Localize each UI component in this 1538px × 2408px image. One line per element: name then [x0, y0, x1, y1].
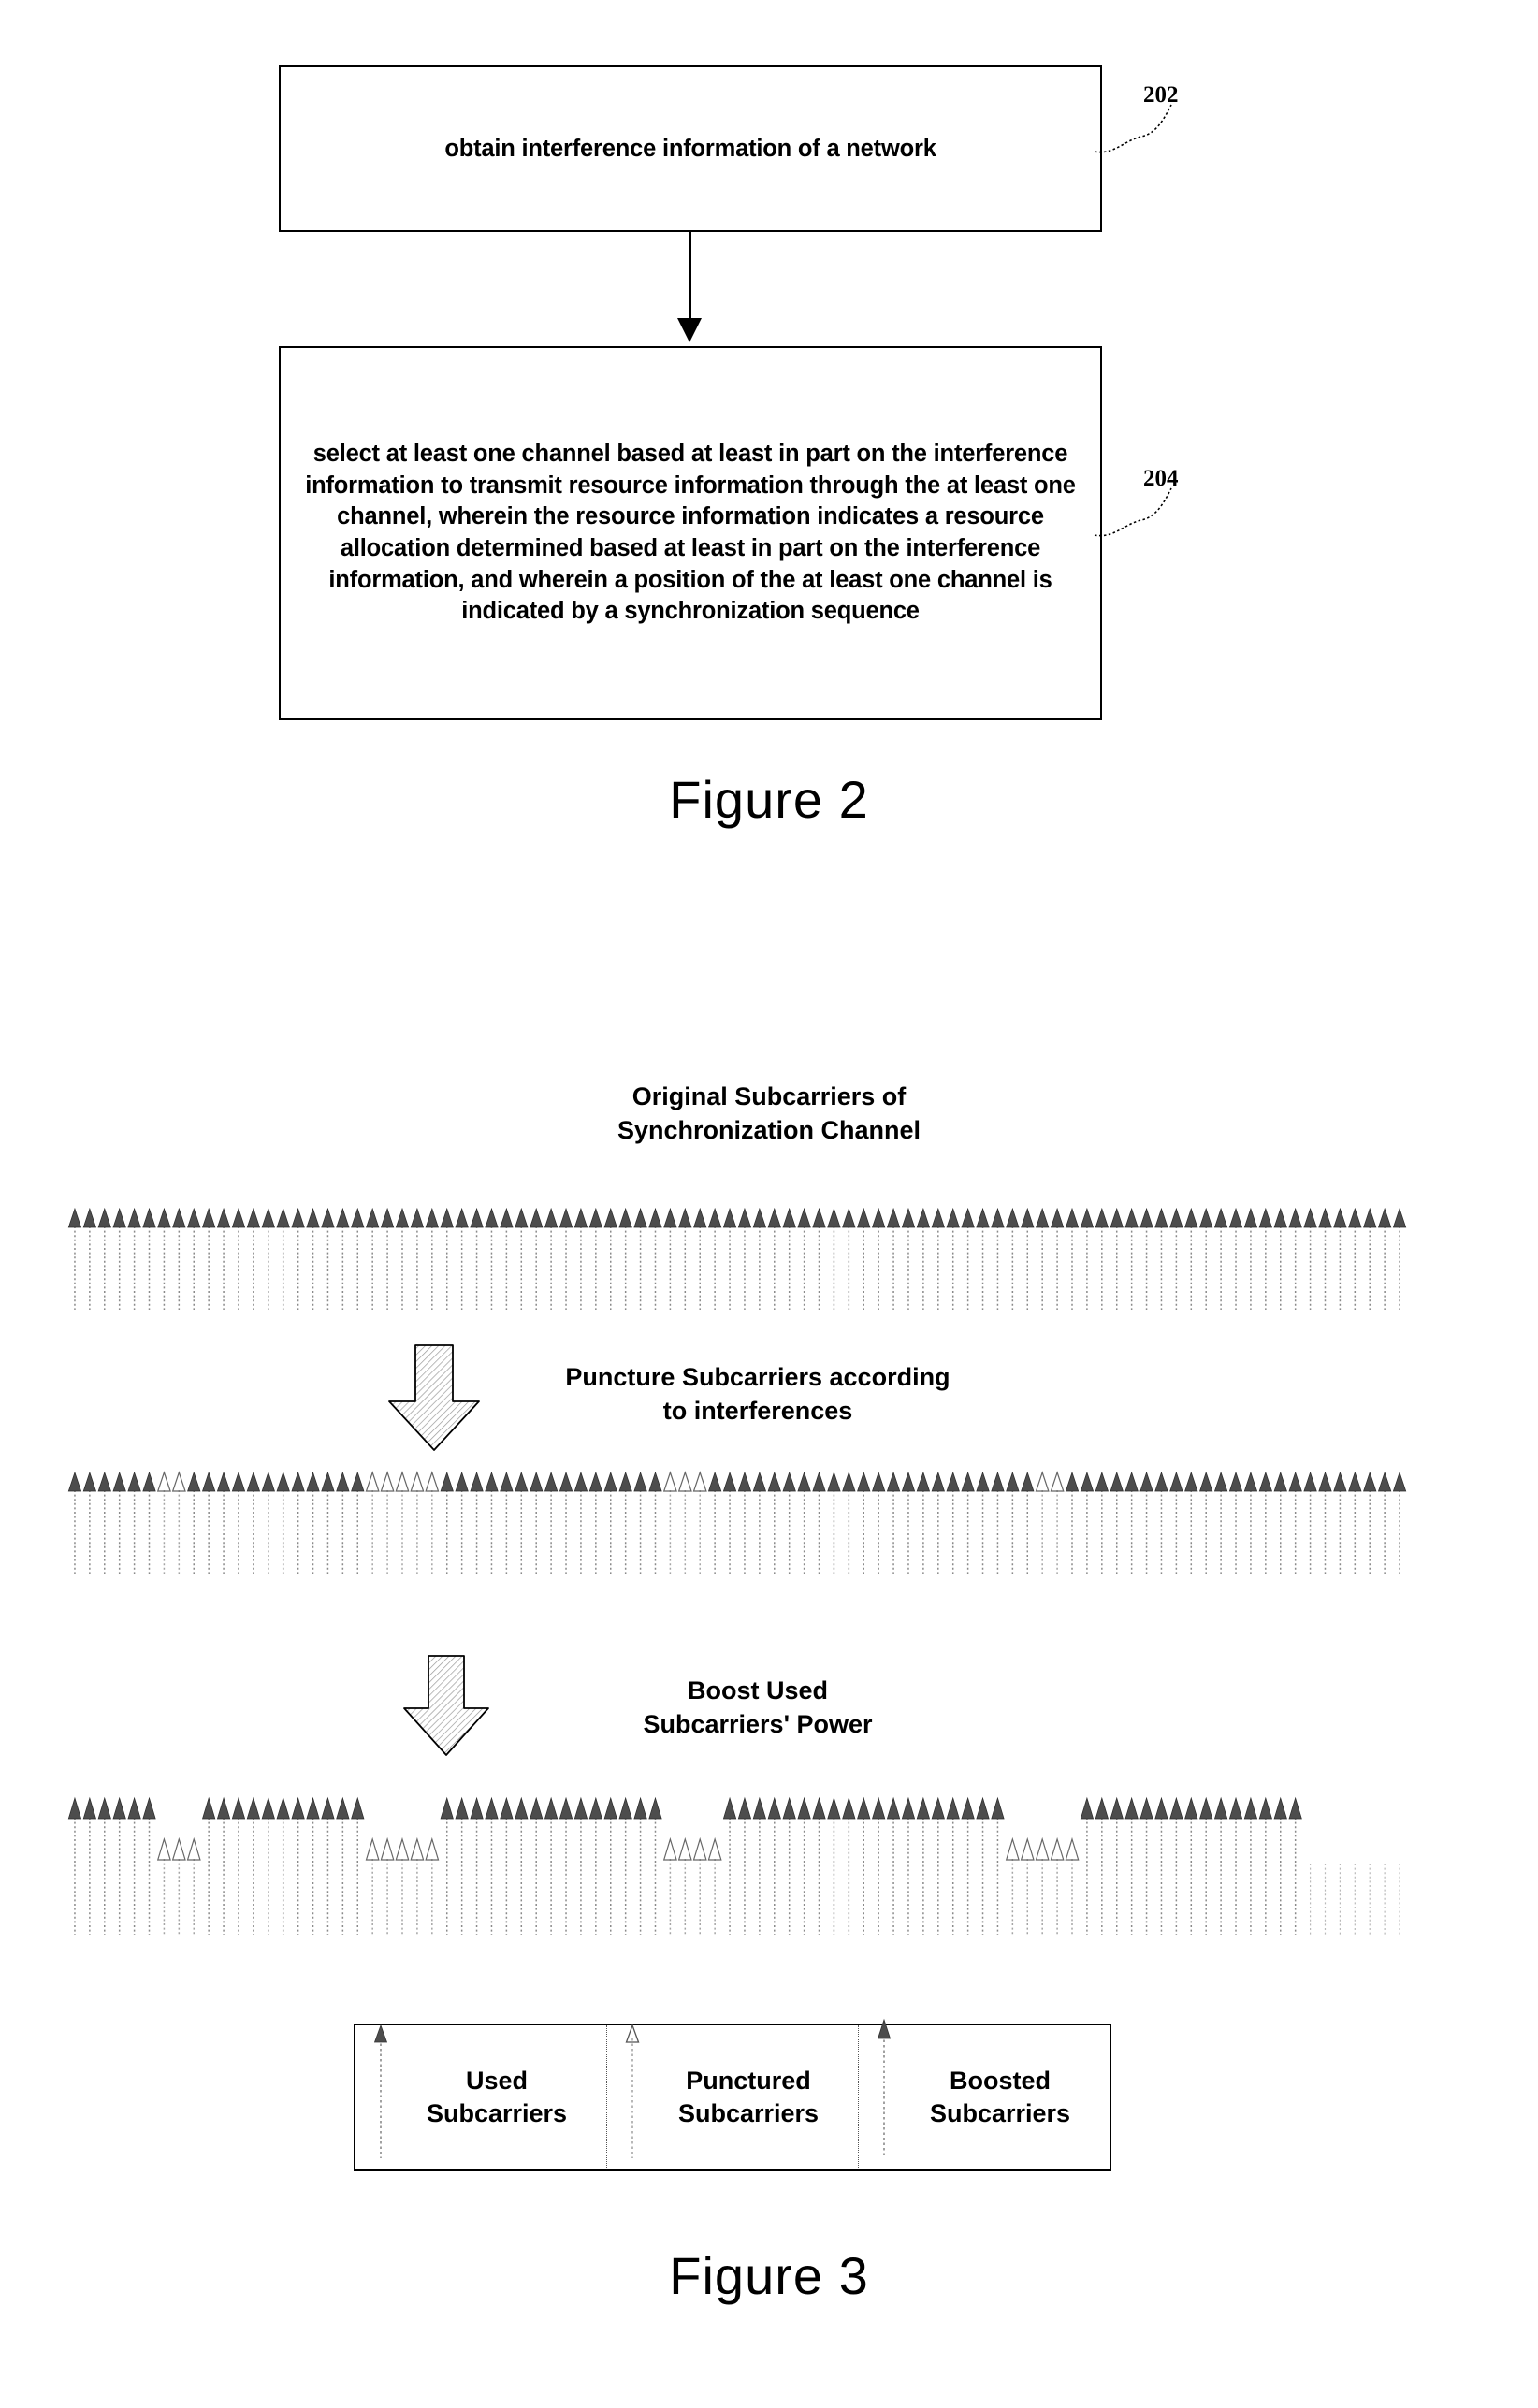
subcarrier-row-original-graphic: [67, 1207, 1407, 1310]
legend-item-used: Used Subcarriers: [355, 2024, 606, 2169]
legend-used-line-2: Subcarriers: [426, 2099, 568, 2127]
figure-3-title: Original Subcarriers of Synchronization …: [0, 1081, 1538, 1148]
legend-box: Used Subcarriers Punctured Subcarriers B…: [354, 2018, 1111, 2171]
legend-item-punctured-label: Punctured Subcarriers: [678, 2065, 819, 2130]
subcarrier-row-original: [67, 1205, 1407, 1317]
puncture-step-label-line-1: Puncture Subcarriers according: [565, 1363, 950, 1391]
puncture-step-label-line-2: to interferences: [662, 1396, 853, 1425]
punctured-subcarrier-arrow-icon: [625, 2024, 640, 2158]
legend-punctured-line-2: Subcarriers: [677, 2099, 820, 2127]
figure-3-caption: Figure 3: [669, 2246, 869, 2305]
boosted-subcarrier-arrow-icon: [877, 2018, 892, 2158]
used-subcarrier-arrow-icon: [373, 2024, 388, 2158]
figure-3-container: Original Subcarriers of Synchronization …: [0, 0, 1538, 2408]
legend-boosted-line-2: Subcarriers: [929, 2099, 1071, 2127]
legend-punctured-line-1: Punctured: [686, 2066, 811, 2095]
puncture-step-label: Puncture Subcarriers according to interf…: [468, 1361, 1048, 1429]
subcarrier-row-boosted-graphic: [67, 1796, 1400, 1935]
legend-used-line-1: Used: [465, 2066, 529, 2095]
boost-step-label-line-1: Boost Used: [687, 1676, 829, 1704]
boost-step-label: Boost Used Subcarriers' Power: [524, 1675, 992, 1742]
boost-step-block-arrow-icon: [403, 1655, 489, 1756]
figure-3-title-line-2: Synchronization Channel: [617, 1115, 921, 1144]
subcarrier-row-punctured-graphic: [67, 1471, 1407, 1574]
legend-item-used-label: Used Subcarriers: [427, 2065, 567, 2130]
boost-step-label-line-2: Subcarriers' Power: [643, 1709, 873, 1738]
legend-boosted-line-1: Boosted: [950, 2066, 1051, 2095]
figure-3-title-line-1: Original Subcarriers of: [631, 1082, 907, 1110]
legend-item-punctured: Punctured Subcarriers: [606, 2024, 858, 2169]
subcarrier-row-punctured: [67, 1469, 1407, 1581]
legend-item-boosted: Boosted Subcarriers: [858, 2018, 1110, 2169]
subcarrier-row-boosted: [67, 1794, 1407, 1935]
legend-item-boosted-label: Boosted Subcarriers: [930, 2065, 1070, 2130]
